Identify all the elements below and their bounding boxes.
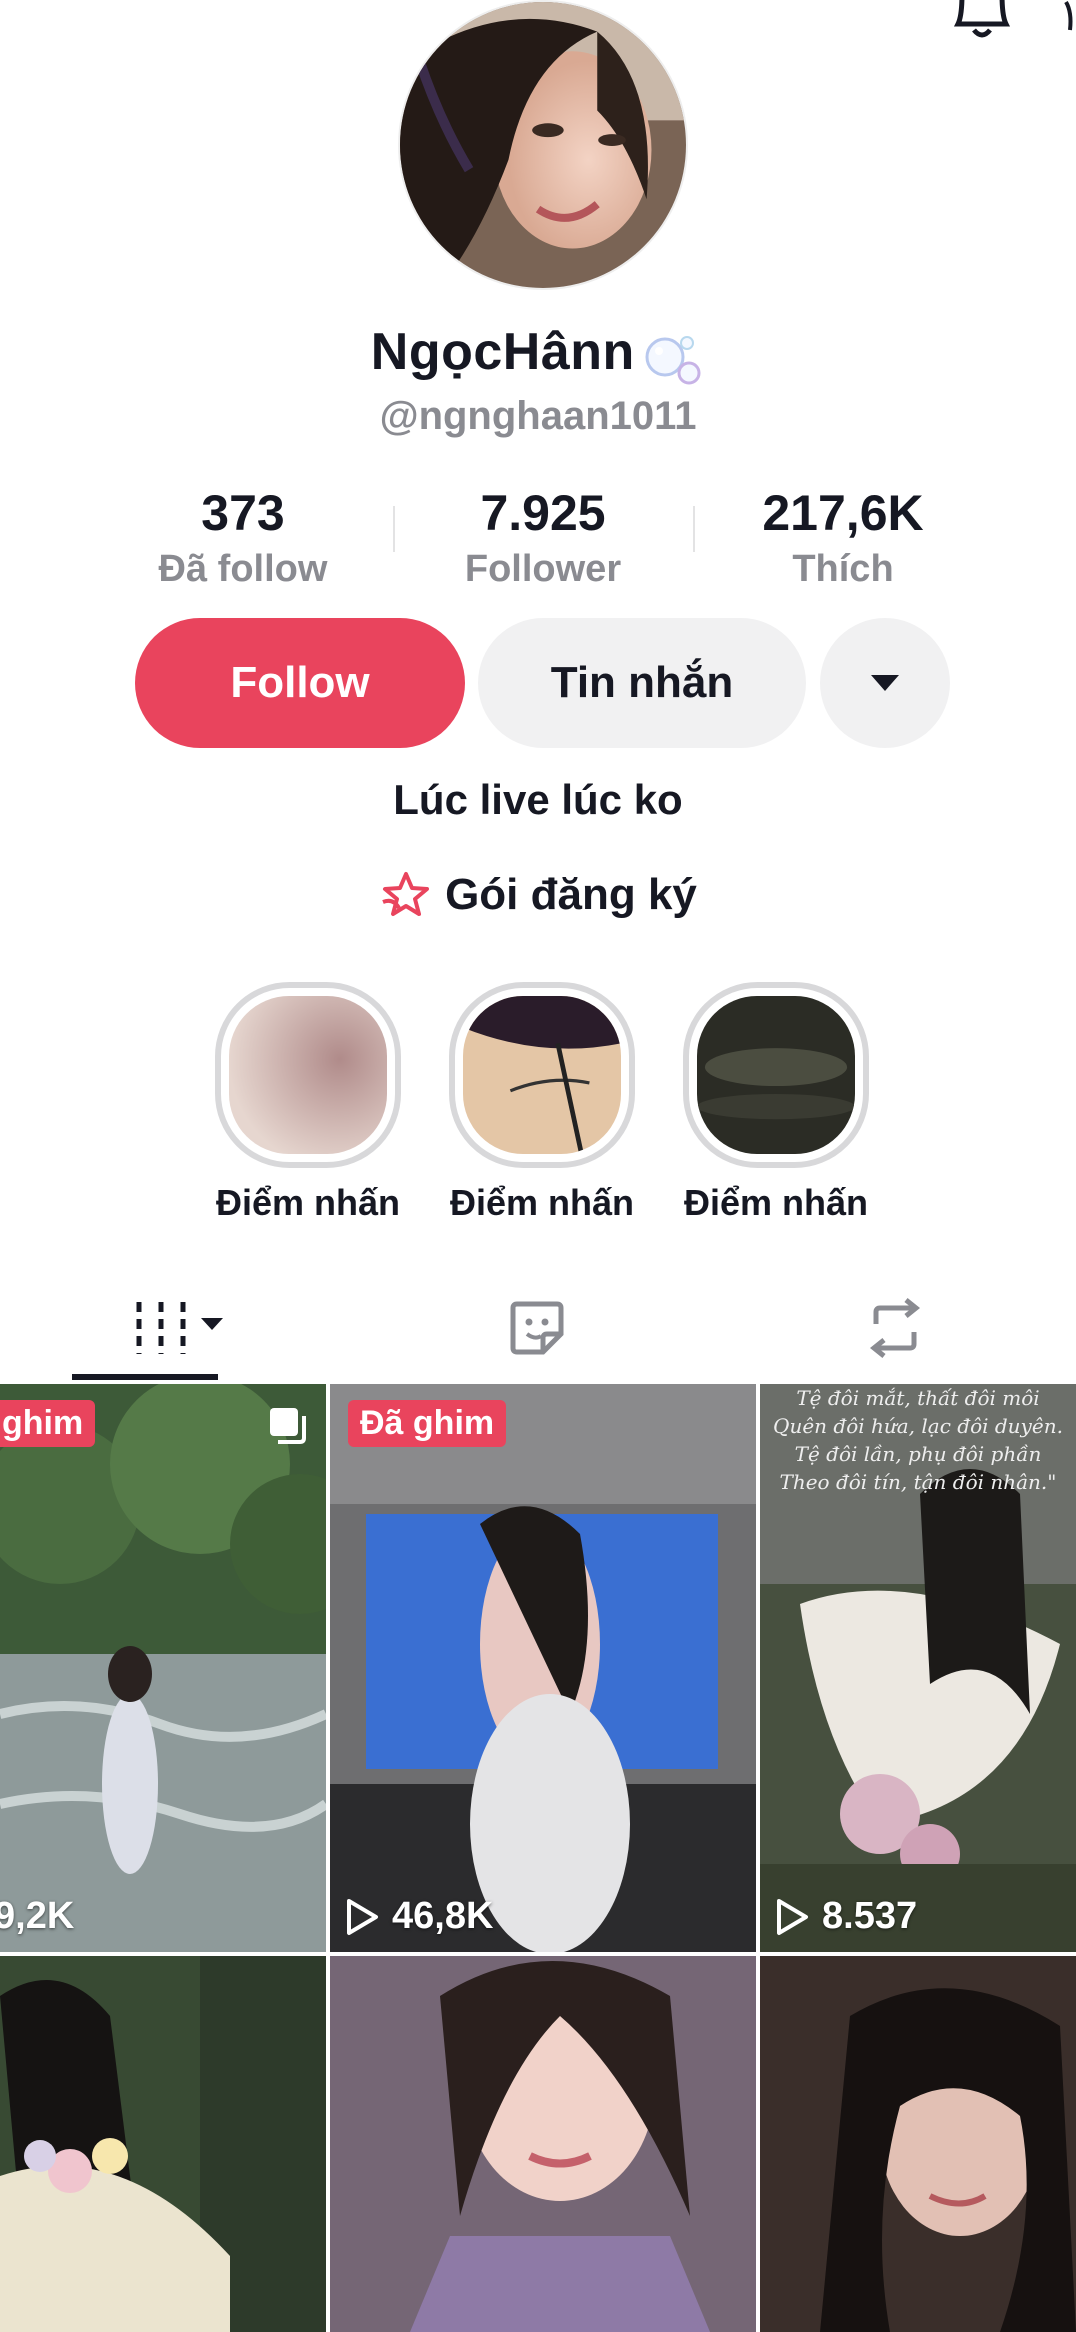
video-thumbnail[interactable] <box>0 1956 326 2332</box>
pinned-badge: ghim <box>0 1400 96 1447</box>
video-thumbnail[interactable] <box>330 1956 756 2332</box>
bubbles-emoji-icon <box>645 335 701 385</box>
share-icon[interactable] <box>1064 0 1076 40</box>
highlight-cover <box>683 982 869 1168</box>
follow-button[interactable]: Follow <box>135 618 465 748</box>
bio-text: Lúc live lúc ko <box>393 776 683 823</box>
multiple-photos-icon <box>270 1408 306 1444</box>
video-thumbnail[interactable]: ghim 9,2K <box>0 1384 326 1952</box>
display-name: NgọcHânn <box>370 323 635 381</box>
likes-label: Thích <box>792 548 894 590</box>
video-thumbnail[interactable]: Tệ đôi mắt, thất đôi môi Quên đôi hứa, l… <box>760 1384 1076 1952</box>
profile-stats: 373 Đã follow 7.925 Follower 217,6K Thíc… <box>0 484 1076 594</box>
highlights-row: Điểm nhấn Điểm nhấn Điểm nhấn <box>0 982 1076 1224</box>
active-tab-indicator <box>72 1374 218 1380</box>
following-stat[interactable]: 373 Đã follow <box>93 484 393 591</box>
highlight-label: Điểm nhấn <box>449 1182 635 1223</box>
highlight-item[interactable]: Điểm nhấn <box>442 982 642 1224</box>
grid-videos-icon <box>136 1302 223 1354</box>
followers-label: Follower <box>464 548 622 590</box>
followers-count: 7.925 <box>480 485 606 541</box>
tab-videos[interactable] <box>0 1278 358 1378</box>
followers-stat[interactable]: 7.925 Follower <box>393 484 693 591</box>
content-tabs <box>0 1278 1076 1382</box>
subscription-label: Gói đăng ký <box>445 870 697 919</box>
view-count: 8.537 <box>774 1895 917 1938</box>
play-icon <box>777 1898 808 1935</box>
message-button[interactable]: Tin nhắn <box>478 618 806 748</box>
view-count: 46,8K <box>344 1895 493 1938</box>
caret-down-icon <box>871 675 899 691</box>
following-count: 373 <box>201 485 285 541</box>
highlight-item[interactable]: Điểm nhấn <box>208 982 408 1224</box>
likes-stat[interactable]: 217,6K Thích <box>693 484 993 591</box>
star-ribbon-icon <box>382 872 430 916</box>
repost-icon <box>869 1298 921 1358</box>
highlight-cover <box>215 982 401 1168</box>
view-count: 9,2K <box>0 1895 75 1937</box>
display-name-row: NgọcHânn <box>0 322 1076 395</box>
video-caption-overlay: Tệ đôi mắt, thất đôi môi Quên đôi hứa, l… <box>773 1386 1063 1494</box>
avatar[interactable] <box>398 0 688 290</box>
video-thumbnail[interactable]: Đã ghim 46,8K <box>330 1384 756 1952</box>
play-icon <box>347 1898 378 1935</box>
highlight-label: Điểm nhấn <box>215 1182 401 1223</box>
tab-reposts[interactable] <box>716 1278 1074 1378</box>
username-handle: @ngnghaan1011 <box>379 394 697 438</box>
subscription-link[interactable]: Gói đăng ký <box>0 868 1076 922</box>
sticker-icon <box>510 1301 564 1355</box>
highlight-cover <box>449 982 635 1168</box>
video-thumbnail[interactable] <box>760 1956 1076 2332</box>
highlight-item[interactable]: Điểm nhấn <box>676 982 876 1224</box>
following-label: Đã follow <box>158 548 328 590</box>
likes-count: 217,6K <box>762 485 924 541</box>
tab-stickers[interactable] <box>358 1278 716 1378</box>
notification-bell-icon[interactable] <box>950 0 1014 42</box>
pinned-badge: Đã ghim <box>348 1400 507 1447</box>
highlight-label: Điểm nhấn <box>683 1182 869 1223</box>
video-grid: ghim 9,2K Đã ghim 46,8K Tệ đôi mắt, thất… <box>0 1384 1076 2332</box>
more-options-button[interactable] <box>820 618 950 748</box>
